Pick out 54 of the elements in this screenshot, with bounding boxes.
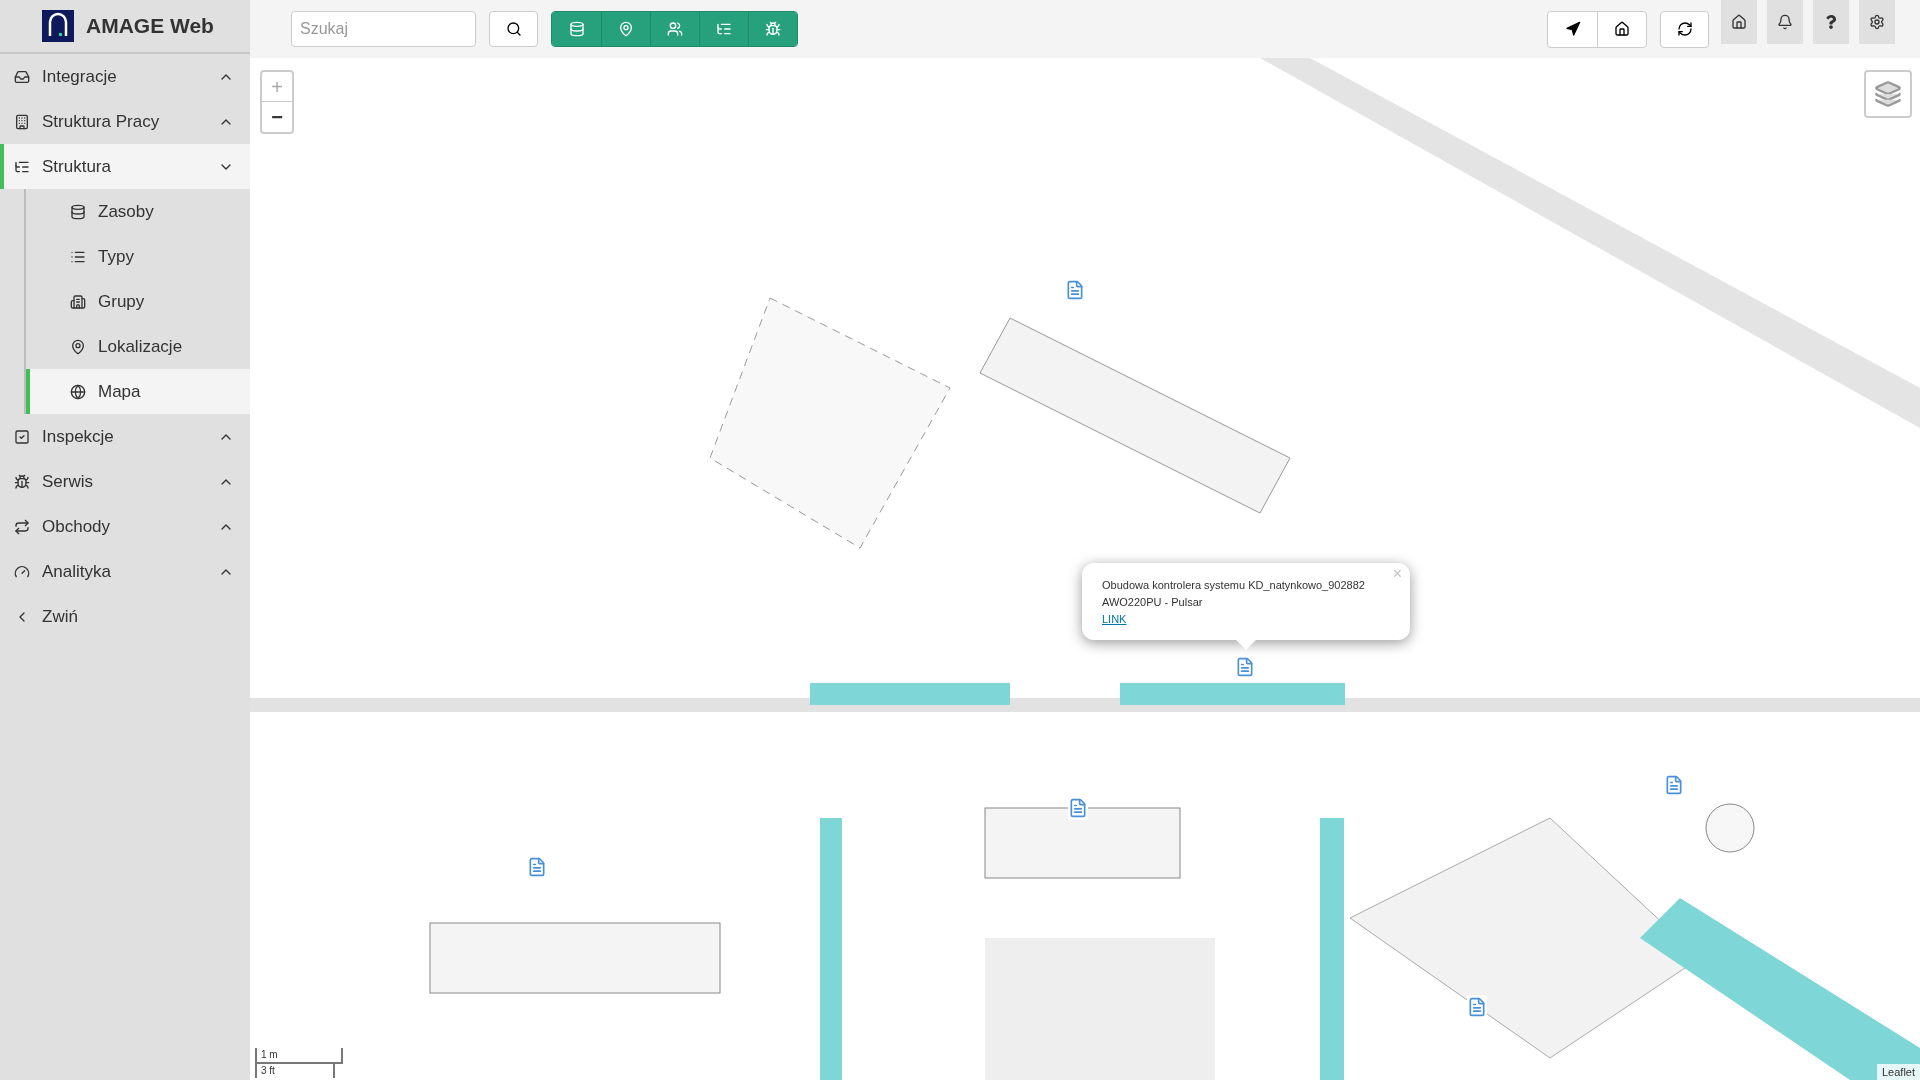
toolbar-button[interactable] — [601, 12, 650, 46]
sidebar-item[interactable]: Struktura — [0, 144, 250, 189]
pin-icon — [70, 338, 86, 355]
building-icon — [14, 113, 30, 130]
map-marker-icon[interactable] — [1235, 655, 1255, 679]
database-icon — [70, 203, 86, 220]
scale-bar: 3 ft — [255, 1062, 335, 1078]
map-marker-icon[interactable] — [1467, 995, 1487, 1019]
toolbar-button[interactable] — [748, 12, 797, 46]
question-icon — [1824, 15, 1838, 29]
bell-icon — [1777, 14, 1793, 30]
checkbox-icon — [14, 428, 30, 445]
header-icon-button[interactable] — [1767, 0, 1803, 44]
globe-icon — [70, 383, 86, 400]
home-icon — [1614, 21, 1630, 37]
gauge-icon — [14, 563, 30, 580]
map[interactable]: + − Obudowa kontrolera systemu KD_natynkowo_902882 AWO220PU - Pulsar LINK × 1 m 3 ft Leaflet — [250, 58, 1920, 1080]
layers-button[interactable] — [1864, 70, 1912, 118]
buildings-icon — [70, 293, 86, 310]
navigation-arrow-icon — [1564, 21, 1581, 37]
toolbar-button[interactable] — [650, 12, 699, 46]
search-icon — [505, 21, 522, 37]
popup-text: AWO220PU - Pulsar — [1102, 595, 1204, 610]
refresh-button[interactable] — [1660, 10, 1709, 48]
tree-list-icon — [716, 21, 732, 37]
home-icon — [1731, 14, 1747, 30]
pin-icon — [618, 21, 634, 37]
header-icon-button[interactable] — [1859, 0, 1895, 44]
users-icon — [667, 21, 683, 37]
sidebar-subitem[interactable]: Mapa — [26, 369, 250, 414]
scale-bar: 1 m — [255, 1048, 343, 1064]
map-marker-icon[interactable] — [527, 855, 547, 879]
header-icon-button[interactable] — [1813, 0, 1849, 44]
bug-icon — [765, 21, 781, 37]
inbox-icon — [14, 68, 30, 85]
popup-link[interactable]: LINK — [1102, 611, 1127, 628]
database-icon — [568, 21, 585, 37]
map-marker-icon[interactable] — [1068, 796, 1088, 820]
bug-icon — [14, 473, 30, 490]
repeat-icon — [14, 518, 30, 535]
logo-icon — [42, 10, 74, 42]
search-field[interactable]: Szukaj — [291, 11, 476, 47]
search-button[interactable] — [489, 11, 538, 47]
toolbar-button[interactable] — [699, 12, 748, 46]
refresh-icon — [1676, 21, 1693, 37]
zoom-out-button[interactable]: − — [262, 102, 292, 132]
map-marker-icon[interactable] — [1664, 773, 1684, 797]
app-title: AMAGE Web — [86, 13, 214, 40]
layers-icon — [1874, 80, 1902, 108]
settings-icon — [1869, 14, 1885, 30]
header-icon-button[interactable] — [1721, 0, 1757, 44]
popup-text: Obudowa kontrolera systemu KD_natynkowo_902882 — [1102, 578, 1366, 593]
toolbar-button[interactable] — [552, 12, 601, 46]
map-marker-icon[interactable] — [1065, 278, 1085, 302]
